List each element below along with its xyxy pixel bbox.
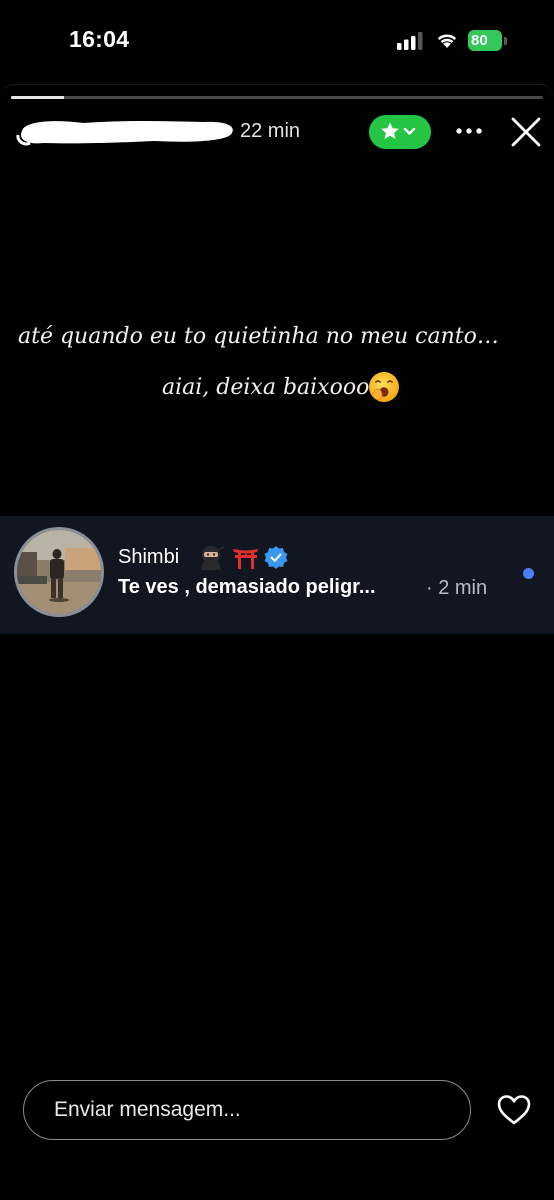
- story-viewer-screen: 16:04 80 22 min até quando eu to quietin…: [0, 0, 554, 1200]
- sender-name: Shimbi: [118, 546, 180, 568]
- avatar-photo: [17, 530, 101, 614]
- close-friends-badge[interactable]: [369, 115, 431, 149]
- story-progress-fill: [11, 96, 65, 99]
- battery-cap: [504, 37, 507, 45]
- heart-icon[interactable]: [497, 1094, 531, 1126]
- close-icon[interactable]: [510, 116, 542, 148]
- story-text-line-1: até quando eu to quietinha no meu canto…: [18, 324, 499, 349]
- status-bar: 16:04 80: [0, 0, 554, 80]
- story-time-ago: 22 min: [240, 120, 301, 142]
- avatar[interactable]: [14, 527, 104, 617]
- yawning-face-emoji: [369, 372, 399, 402]
- message-notification-card[interactable]: Shimbi Te ves , demasiado peligr... · 2 …: [0, 516, 554, 634]
- wifi-icon: [437, 34, 457, 48]
- battery-level: 80: [468, 30, 502, 51]
- verified-badge: [264, 546, 288, 569]
- battery-icon: 80: [468, 30, 508, 52]
- message-time: · 2 min: [426, 577, 488, 599]
- redacted-username: [16, 121, 233, 146]
- signal-icon: [397, 32, 423, 50]
- unread-indicator: [523, 568, 534, 579]
- name-emojis: [201, 546, 288, 570]
- status-time: 16:04: [69, 26, 130, 52]
- torii-gate-emoji: [233, 549, 258, 569]
- more-options-icon[interactable]: [455, 123, 483, 139]
- story-text-line-2: aiai, deixa baixooo: [162, 375, 370, 400]
- ninja-emoji: [201, 546, 225, 570]
- message-preview: Te ves , demasiado peligr...: [118, 576, 376, 598]
- story-progress-bar: [11, 96, 543, 99]
- send-message-input[interactable]: [23, 1080, 471, 1140]
